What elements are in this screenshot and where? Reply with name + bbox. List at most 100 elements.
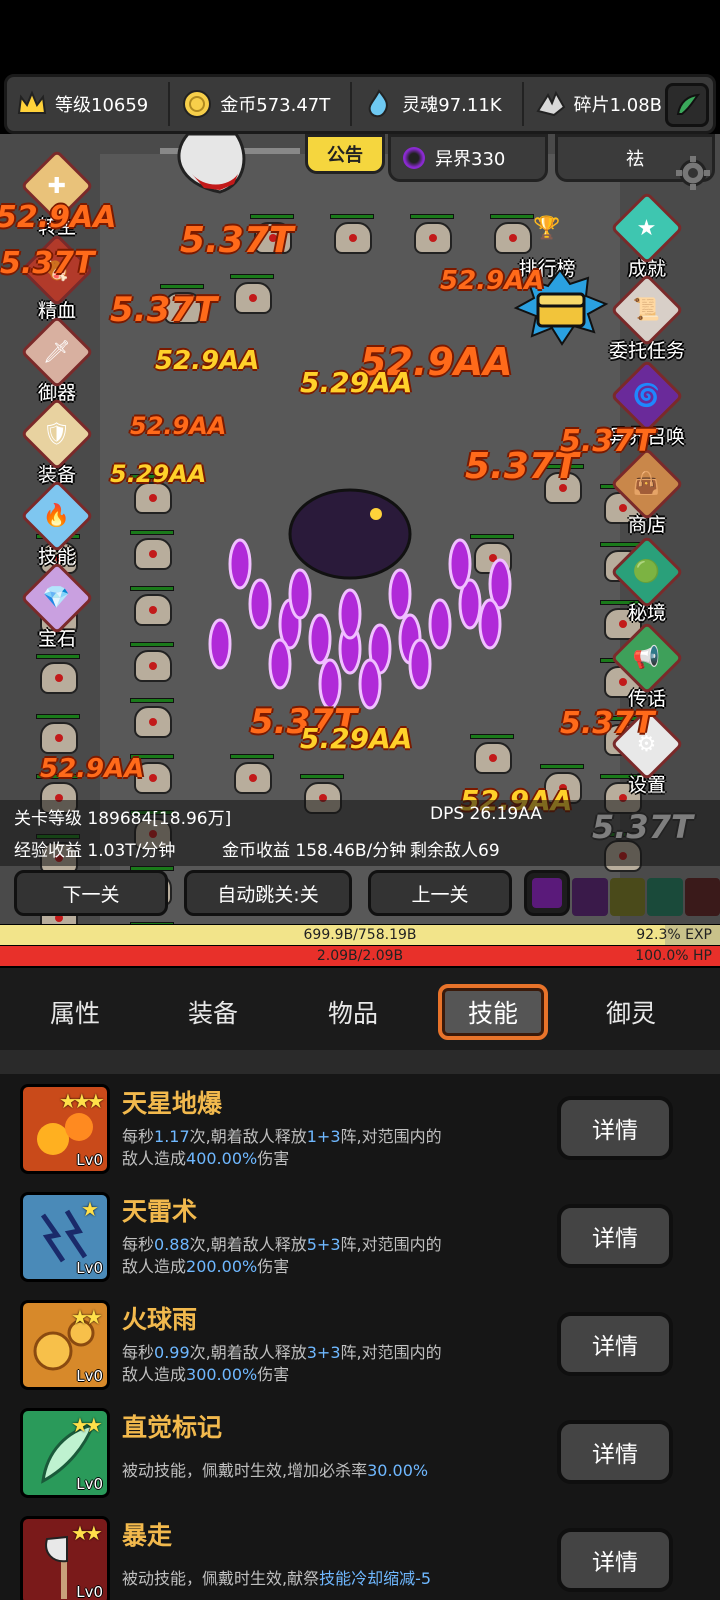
otherworld-label: 异界330 <box>435 149 506 170</box>
skill-name: 天星地爆 <box>122 1089 223 1118</box>
skill-name: 天雷术 <box>122 1197 198 1226</box>
detail-button[interactable]: 详情 <box>557 1312 673 1376</box>
skill-slot-1[interactable] <box>524 870 570 916</box>
list-item: ★★ Lv0 直觉标记 被动技能，佩戴时生效,增加必杀率30.00% 详情 <box>0 1400 720 1508</box>
tab-skills[interactable]: 技能 <box>438 984 548 1040</box>
skill-name: 直觉标记 <box>122 1413 223 1442</box>
shard-resource: 碎片1.08B <box>534 77 672 131</box>
portal-icon <box>403 147 425 169</box>
divider <box>350 82 353 126</box>
skill-description: 每秒0.88次,朝着敌人释放5+3阵,对范围内的 敌人造成200.00%伤害 <box>122 1234 542 1278</box>
tab-equipment[interactable]: 装备 <box>158 984 268 1040</box>
next-stage-button[interactable]: 下一关 <box>14 870 168 916</box>
exp-bar: 699.9B/758.19B 92.3% EXP <box>0 925 720 945</box>
shop-button[interactable]: 👜 商店 <box>608 447 686 537</box>
detail-button[interactable]: 详情 <box>557 1420 673 1484</box>
skill-name: 暴走 <box>122 1521 173 1550</box>
sword-icon: 🗡 <box>20 315 94 389</box>
desc-text: 阵,对范围内的 <box>340 1343 442 1362</box>
gear-icon[interactable] <box>674 154 712 192</box>
achievement-button[interactable]: ★ 成就 <box>608 191 686 281</box>
skill-level: Lv0 <box>76 1259 103 1277</box>
skill-slot-icon[interactable] <box>609 878 645 916</box>
detail-button[interactable]: 详情 <box>557 1528 673 1592</box>
notice-button[interactable]: 公告 <box>305 134 385 174</box>
shard-text: 碎片1.08B <box>573 95 663 116</box>
skill-slot-icon[interactable] <box>684 878 720 916</box>
purple-flame-projectile <box>478 598 502 650</box>
secret-realm-button[interactable]: 🟢 秘境 <box>608 535 686 625</box>
enemy-sprite <box>130 642 176 684</box>
otherworld-button[interactable]: 异界330 <box>388 134 548 182</box>
purple-flame-projectile <box>408 638 432 690</box>
commission-button[interactable]: 📜 委托任务 <box>608 273 686 363</box>
enemy-sprite <box>130 922 176 924</box>
desc-value: 0.99 <box>154 1343 190 1362</box>
divider <box>521 82 524 126</box>
soul-text: 灵魂97.11K <box>402 95 502 116</box>
purple-flame-projectile <box>288 568 312 620</box>
skill-description: 被动技能，佩戴时生效,献祭技能冷却缩减-5 <box>122 1568 542 1590</box>
detail-button[interactable]: 详情 <box>557 1204 673 1268</box>
skill-quick-button[interactable] <box>665 83 709 127</box>
star-rating: ★ <box>81 1197 99 1221</box>
tab-spirits[interactable]: 御灵 <box>576 984 686 1040</box>
prev-stage-button[interactable]: 上一关 <box>368 870 512 916</box>
desc-text: 伤害 <box>257 1149 290 1168</box>
damage-number: 52.9AA <box>130 412 227 440</box>
auto-skip-button[interactable]: 自动跳关:关 <box>184 870 352 916</box>
divider <box>168 82 171 126</box>
tab-items[interactable]: 物品 <box>298 984 408 1040</box>
crown-icon <box>15 87 49 121</box>
damage-number: 5.37T <box>110 290 218 330</box>
desc-text: 次,朝着敌人释放 <box>189 1235 307 1254</box>
claw-icon <box>532 878 562 908</box>
artifact-button[interactable]: 🗡 御器 <box>18 315 96 405</box>
skill-slot-icon[interactable] <box>572 878 608 916</box>
tab-attributes[interactable]: 属性 <box>20 984 130 1040</box>
desc-value: 技能冷却缩减-5 <box>319 1569 432 1588</box>
damage-number: 52.9AA <box>155 346 260 376</box>
exp-bar-percent: 92.3% EXP <box>636 927 712 943</box>
desc-value: 300.00% <box>186 1365 258 1384</box>
skill-icon: ★★ Lv0 <box>20 1516 110 1600</box>
skill-name: 火球雨 <box>122 1305 198 1334</box>
armor-icon: 🛡 <box>20 397 94 471</box>
flame-icon: 🔥 <box>20 479 94 553</box>
gold-resource: 金币573.47T <box>180 77 340 131</box>
detail-button[interactable]: 详情 <box>557 1096 673 1160</box>
skill-description: 每秒1.17次,朝着敌人释放1+3阵,对范围内的 敌人造成400.00%伤害 <box>122 1126 542 1170</box>
purple-flame-projectile <box>268 638 292 690</box>
skill-button[interactable]: 🔥 技能 <box>18 479 96 569</box>
enemy-sprite <box>36 654 82 696</box>
damage-number: 5.37T <box>560 424 655 459</box>
purple-flame-projectile <box>448 538 472 590</box>
desc-text: 次,朝着敌人释放 <box>189 1127 307 1146</box>
resource-bar: 等级10659 金币573.47T 灵魂97.11K 碎片1.08B <box>4 74 716 134</box>
boss-sprite <box>208 488 512 710</box>
desc-text: 每秒 <box>122 1235 155 1254</box>
bottom-tabs: 属性 装备 物品 技能 御灵 <box>0 968 720 1050</box>
skill-level: Lv0 <box>76 1475 103 1493</box>
enemy-sprite <box>470 734 516 776</box>
damage-number: 5.37T <box>560 706 655 741</box>
list-item: ★★ Lv0 暴走 被动技能，佩戴时生效,献祭技能冷却缩减-5 详情 <box>0 1508 720 1600</box>
star-rating: ★★★ <box>59 1089 105 1113</box>
gold-income: 金币收益 158.46B/分钟 <box>222 841 407 861</box>
star-icon: ★ <box>610 191 684 265</box>
list-item: ★★ Lv0 火球雨 每秒0.99次,朝着敌人释放3+3阵,对范围内的 敌人造成… <box>0 1292 720 1400</box>
purple-flame-projectile <box>228 538 252 590</box>
gem-button[interactable]: 💎 宝石 <box>18 561 96 651</box>
damage-number: 5.29AA <box>110 460 207 488</box>
broadcast-button[interactable]: 📢 传话 <box>608 621 686 711</box>
skill-icon: ★ Lv0 <box>20 1192 110 1282</box>
desc-text: 被动技能，佩戴时生效,增加必杀率 <box>122 1461 368 1480</box>
skill-level: Lv0 <box>76 1583 103 1600</box>
purple-flame-projectile <box>428 598 452 650</box>
exp-bar-text: 699.9B/758.19B <box>303 927 417 943</box>
skill-slot-icon[interactable] <box>647 878 683 916</box>
skill-list: ★★★ Lv0 天星地爆 每秒1.17次,朝着敌人释放1+3阵,对范围内的 敌人… <box>0 1074 720 1600</box>
purple-flame-projectile <box>358 658 382 710</box>
equipment-button[interactable]: 🛡 装备 <box>18 397 96 487</box>
enemy-sprite <box>230 274 276 316</box>
